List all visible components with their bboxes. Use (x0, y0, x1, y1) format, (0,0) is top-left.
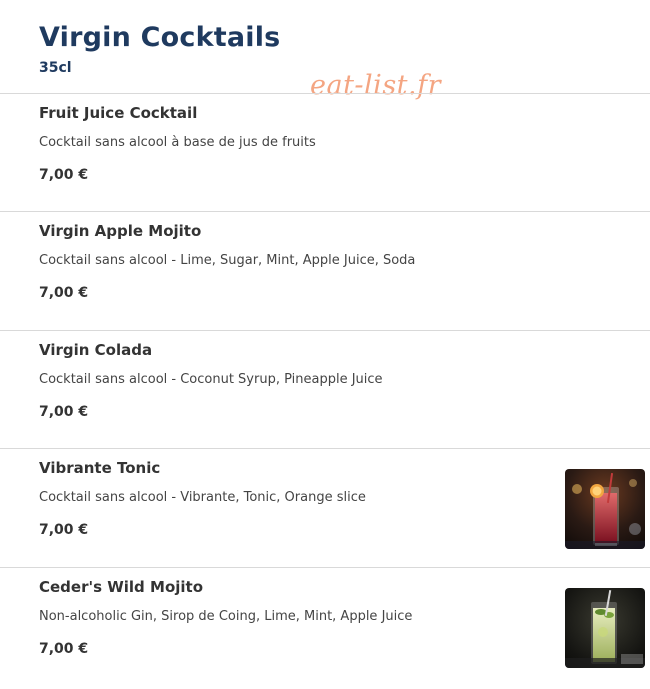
vibrante-tonic-photo[interactable] (565, 469, 645, 549)
section-header: Virgin Cocktails 35cl (39, 20, 280, 76)
item-price: 7,00 € (39, 641, 89, 657)
item-name: Ceder's Wild Mojito (39, 578, 204, 596)
divider (0, 448, 650, 449)
item-price: 7,00 € (39, 167, 89, 183)
item-price: 7,00 € (39, 522, 89, 538)
item-name: Vibrante Tonic (39, 459, 161, 477)
item-description: Cocktail sans alcool à base de jus de fr… (39, 135, 316, 150)
item-name: Fruit Juice Cocktail (39, 104, 198, 122)
item-description: Non-alcoholic Gin, Sirop de Coing, Lime,… (39, 609, 413, 624)
divider (0, 330, 650, 331)
item-name: Virgin Colada (39, 341, 153, 359)
item-name: Virgin Apple Mojito (39, 222, 202, 240)
menu-item-ceders-wild-mojito[interactable]: Ceder's Wild Mojito Non-alcoholic Gin, S… (39, 577, 559, 658)
divider (0, 567, 650, 568)
menu-item-fruit-juice-cocktail[interactable]: Fruit Juice Cocktail Cocktail sans alcoo… (39, 103, 559, 184)
menu-item-virgin-apple-mojito[interactable]: Virgin Apple Mojito Cocktail sans alcool… (39, 221, 559, 302)
section-subtitle: 35cl (39, 60, 72, 76)
menu-item-virgin-colada[interactable]: Virgin Colada Cocktail sans alcool - Coc… (39, 340, 559, 421)
item-price: 7,00 € (39, 285, 89, 301)
ceders-wild-mojito-photo[interactable] (565, 588, 645, 668)
watermark: eat-list.fr (310, 70, 442, 101)
cocktail-photo-red (565, 469, 645, 549)
item-description: Cocktail sans alcool - Lime, Sugar, Mint… (39, 253, 416, 268)
item-description: Cocktail sans alcool - Coconut Syrup, Pi… (39, 372, 383, 387)
item-price: 7,00 € (39, 404, 89, 420)
section-title: Virgin Cocktails (39, 22, 281, 53)
divider (0, 93, 650, 94)
divider (0, 211, 650, 212)
cocktail-photo-green (565, 588, 645, 668)
menu-item-vibrante-tonic[interactable]: Vibrante Tonic Cocktail sans alcool - Vi… (39, 458, 559, 539)
item-description: Cocktail sans alcool - Vibrante, Tonic, … (39, 490, 366, 505)
